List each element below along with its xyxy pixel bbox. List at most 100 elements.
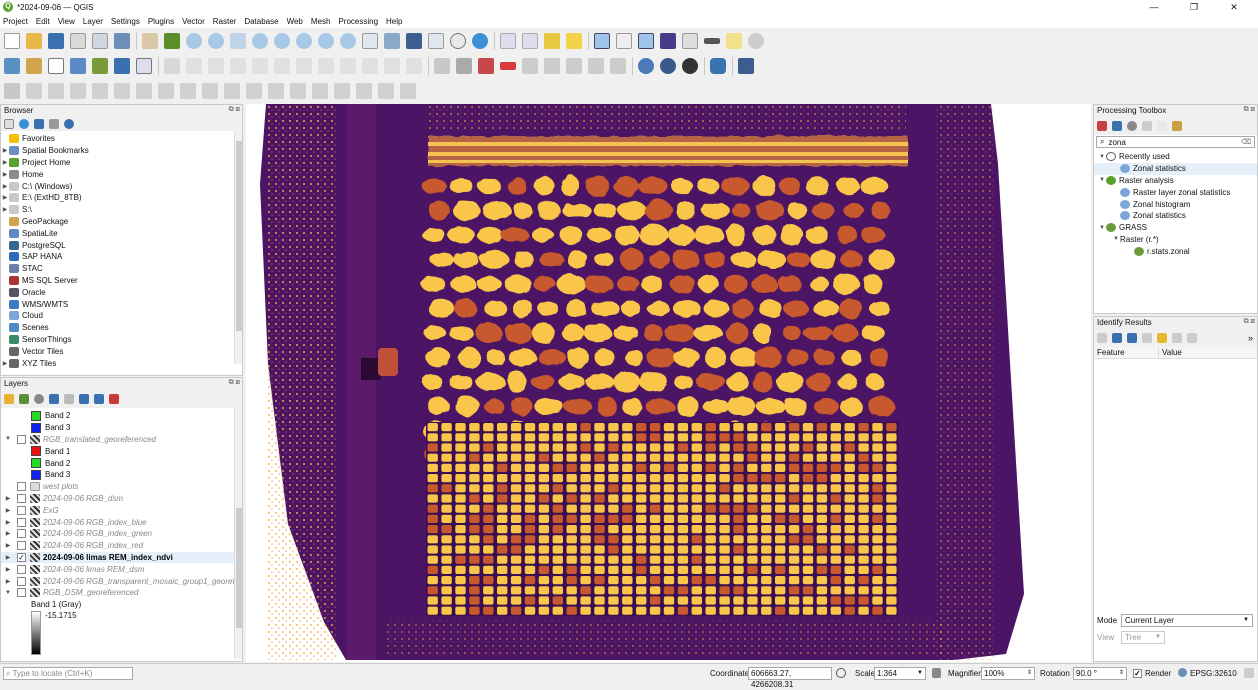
fill-ring-icon[interactable] — [136, 83, 152, 99]
menu-project[interactable]: Project — [3, 17, 28, 26]
print-results-icon[interactable] — [1187, 333, 1197, 343]
collapse-all-icon[interactable] — [49, 119, 59, 129]
simplify-feature-icon[interactable] — [70, 83, 86, 99]
paste-features-icon[interactable] — [362, 58, 378, 74]
layer-visibility-checkbox[interactable] — [17, 576, 26, 586]
layer-visibility-checkbox[interactable] — [17, 517, 26, 527]
expand-all-icon[interactable] — [79, 394, 89, 404]
new-shapefile-layer-icon[interactable] — [48, 58, 64, 74]
diagram-move-icon[interactable] — [588, 58, 604, 74]
toolbox-tree-item[interactable]: Zonal statistics — [1094, 210, 1257, 222]
layer-item[interactable]: ▶ 2024-09-06 limas REM_dsm — [1, 563, 242, 575]
rotation-field[interactable]: 90.0 ° ⇕ — [1073, 667, 1127, 680]
georeferencer-icon[interactable] — [638, 58, 654, 74]
chevron-down-icon[interactable]: ▼ — [1112, 236, 1120, 242]
menu-vector[interactable]: Vector — [182, 17, 205, 26]
pan-hand-icon[interactable] — [142, 33, 158, 49]
add-vector-layer-icon[interactable] — [136, 58, 152, 74]
print-layout-icon[interactable] — [92, 33, 108, 49]
overflow-menu-icon[interactable]: » — [1248, 333, 1253, 343]
open-field-calculator-icon[interactable] — [616, 33, 632, 49]
legend-band-item[interactable]: Band 1 — [1, 445, 242, 457]
layer-item[interactable]: west plots — [1, 481, 242, 493]
panel-float-close-icon[interactable]: ⧉ ⊠ — [1244, 318, 1255, 326]
layers-tree[interactable]: Band 2 Band 3 ▼ RGB_translated_georeference… — [1, 408, 242, 659]
undo-icon[interactable] — [384, 58, 400, 74]
statistical-summary-icon[interactable] — [660, 33, 676, 49]
open-layer-styling-icon[interactable] — [4, 394, 14, 404]
browser-item[interactable]: ▶ XYZ Tiles — [1, 357, 242, 369]
chevron-right-icon[interactable]: ▶ — [1, 159, 9, 166]
chevron-right-icon[interactable]: ▶ — [4, 519, 12, 526]
layer-item[interactable]: ▶ 2024-09-06 RGB_index_red — [1, 540, 242, 552]
select-features-icon[interactable] — [500, 33, 516, 49]
label-properties-icon[interactable] — [610, 58, 626, 74]
browser-item[interactable]: ▶ Project Home — [1, 157, 242, 169]
layer-visibility-checkbox[interactable] — [17, 588, 26, 598]
chevron-right-icon[interactable]: ▶ — [4, 566, 12, 573]
style-manager-icon[interactable] — [114, 33, 130, 49]
layer-visibility-checkbox[interactable] — [17, 434, 26, 444]
python-console-icon[interactable] — [710, 58, 726, 74]
add-group-icon[interactable] — [19, 394, 29, 404]
layer-item[interactable]: ▶ 2024-09-06 RGB_dsm — [1, 493, 242, 505]
filter-expression-icon[interactable] — [64, 394, 74, 404]
show-bookmarks-icon[interactable] — [428, 33, 444, 49]
menu-raster[interactable]: Raster — [213, 17, 237, 26]
pan-to-selection-icon[interactable] — [164, 33, 180, 49]
toolbox-tree-item[interactable]: Zonal histogram — [1094, 198, 1257, 210]
identify-results-table[interactable] — [1094, 359, 1257, 611]
browser-item[interactable]: ▶ S:\ — [1, 204, 242, 216]
options-icon[interactable] — [1172, 121, 1182, 131]
chevron-down-icon[interactable]: ▼ — [1098, 154, 1106, 160]
toolbox-search-box[interactable]: ⌕ zona ⌫ — [1096, 136, 1255, 148]
browser-item[interactable]: SensorThings — [1, 334, 242, 346]
menu-mesh[interactable]: Mesh — [311, 17, 331, 26]
expand-new-results-icon[interactable] — [1142, 333, 1152, 343]
label-rotate-icon[interactable] — [544, 58, 560, 74]
digitize-polygon-icon[interactable] — [4, 83, 20, 99]
messages-icon[interactable] — [1244, 668, 1254, 678]
toolbox-search-input[interactable]: zona — [1108, 138, 1125, 147]
browser-item[interactable]: PostgreSQL — [1, 239, 242, 251]
layer-item[interactable]: ▶ 2024-09-06 RGB_transparent_mosaic_group… — [1, 575, 242, 587]
plugin-manager-icon[interactable] — [682, 58, 698, 74]
layer-visibility-checkbox[interactable] — [17, 564, 26, 574]
collapse-all-icon[interactable] — [94, 394, 104, 404]
layer-visibility-checkbox[interactable]: ✓ — [17, 552, 26, 562]
add-raster-layer-icon[interactable] — [114, 58, 130, 74]
browser-item[interactable]: ▶ Spatial Bookmarks — [1, 145, 242, 157]
trim-extend-icon[interactable] — [400, 83, 416, 99]
layer-visibility-checkbox[interactable] — [17, 505, 26, 515]
browser-item[interactable]: SAP HANA — [1, 251, 242, 263]
save-edits-icon[interactable] — [208, 58, 224, 74]
vertex-tool-icon[interactable] — [252, 58, 268, 74]
browser-item[interactable]: GeoPackage — [1, 216, 242, 228]
legend-band-item[interactable]: Band 2 — [1, 457, 242, 469]
layer-visibility-checkbox[interactable] — [17, 493, 26, 503]
layer-item[interactable]: ▶ ✓ 2024-09-06 limas REM_index_ndvi — [1, 551, 242, 564]
layer-item[interactable]: ▼ RGB_DSM_georeferenced — [1, 587, 242, 599]
models-icon[interactable] — [1097, 121, 1107, 131]
layer-visibility-checkbox[interactable] — [17, 541, 26, 551]
label-toolbar-icon[interactable] — [434, 58, 450, 74]
digitize-icon[interactable] — [230, 58, 246, 74]
new-geopackage-layer-icon[interactable] — [26, 58, 42, 74]
identify-features-icon[interactable] — [594, 33, 610, 49]
close-button[interactable]: ✕ — [1214, 0, 1254, 14]
refresh-icon[interactable] — [19, 119, 29, 129]
toggle-editing-icon[interactable] — [164, 58, 180, 74]
browser-item[interactable]: WMS/WMTS — [1, 298, 242, 310]
maximize-button[interactable]: ❐ — [1174, 0, 1214, 14]
split-features-icon[interactable] — [246, 83, 262, 99]
browser-item[interactable]: ▶ C:\ (Windows) — [1, 180, 242, 192]
toolbox-tree-item[interactable]: r.stats.zonal — [1094, 245, 1257, 257]
chevron-right-icon[interactable]: ▶ — [1, 360, 9, 367]
menu-layer[interactable]: Layer — [83, 17, 103, 26]
map-canvas[interactable] — [246, 104, 1091, 662]
lock-scale-icon[interactable] — [932, 668, 941, 678]
crs-globe-icon[interactable] — [1178, 668, 1187, 677]
chevron-right-icon[interactable]: ▶ — [4, 578, 12, 585]
results-viewer-icon[interactable] — [1142, 121, 1152, 131]
zoom-in-icon[interactable] — [186, 33, 202, 49]
